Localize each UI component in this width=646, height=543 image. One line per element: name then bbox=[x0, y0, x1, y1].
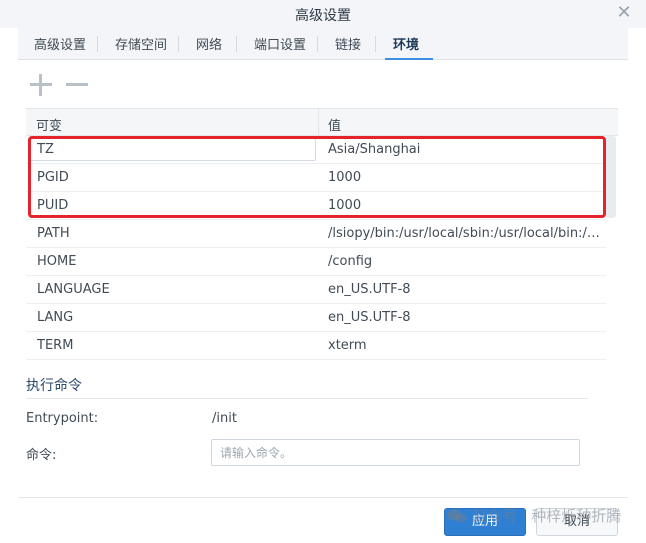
table-row[interactable]: LANG en_US.UTF-8 bbox=[26, 304, 606, 332]
footer-divider bbox=[18, 497, 628, 498]
tab-advanced-settings[interactable]: 高级设置 bbox=[34, 34, 86, 56]
row-value: en_US.UTF-8 bbox=[328, 310, 411, 325]
highlight-box bbox=[28, 136, 606, 218]
tab-links[interactable]: 链接 bbox=[335, 34, 361, 56]
wechat-icon bbox=[447, 509, 467, 523]
column-header-value[interactable]: 值 bbox=[328, 115, 341, 134]
tab-network[interactable]: 网络 bbox=[196, 34, 222, 56]
tab-divider bbox=[317, 36, 318, 52]
tab-environment[interactable]: 环境 bbox=[393, 34, 419, 56]
tab-divider bbox=[236, 36, 237, 52]
tab-divider bbox=[375, 36, 376, 52]
window-title: 高级设置 bbox=[295, 8, 351, 24]
row-value: /config bbox=[328, 254, 373, 269]
table-row[interactable]: PATH /lsiopy/bin:/usr/local/sbin:/usr/lo… bbox=[26, 220, 606, 248]
row-value: /lsiopy/bin:/usr/local/sbin:/usr/local/b… bbox=[328, 226, 604, 241]
tab-port-settings[interactable]: 端口设置 bbox=[254, 34, 306, 56]
command-input[interactable] bbox=[211, 439, 580, 466]
row-key: LANG bbox=[37, 310, 74, 325]
table-row[interactable]: TERM xterm bbox=[26, 332, 606, 360]
row-value: xterm bbox=[328, 338, 367, 353]
table-row[interactable]: LANGUAGE en_US.UTF-8 bbox=[26, 276, 606, 304]
row-key: TERM bbox=[37, 338, 74, 353]
row-key: HOME bbox=[37, 254, 77, 269]
title-bar: 高级设置 ✕ bbox=[0, 0, 646, 28]
row-value: en_US.UTF-8 bbox=[328, 282, 411, 297]
tab-divider bbox=[97, 36, 98, 52]
tab-bar: 高级设置 存储空间 网络 端口设置 链接 环境 bbox=[18, 28, 628, 60]
active-tab-indicator bbox=[385, 58, 433, 60]
entrypoint-label: Entrypoint: bbox=[26, 411, 99, 426]
column-header-variable[interactable]: 可变 bbox=[36, 115, 62, 134]
entrypoint-value: /init bbox=[212, 411, 237, 426]
exec-section-title: 执行命令 bbox=[26, 378, 82, 394]
command-label: 命令: bbox=[26, 448, 57, 463]
column-divider bbox=[318, 109, 319, 136]
watermark-text: 公众号 · 种梓烁种折腾 bbox=[472, 507, 622, 525]
grid-scrollbar[interactable] bbox=[606, 136, 616, 218]
tab-storage[interactable]: 存储空间 bbox=[115, 34, 167, 56]
row-key: PATH bbox=[37, 226, 70, 241]
grid-header: 可变 值 bbox=[26, 108, 618, 136]
tab-divider bbox=[178, 36, 179, 52]
add-variable-button[interactable] bbox=[28, 72, 54, 98]
row-key: LANGUAGE bbox=[37, 282, 110, 297]
remove-variable-button[interactable] bbox=[64, 72, 90, 98]
section-divider bbox=[26, 398, 588, 399]
close-icon[interactable]: ✕ bbox=[614, 3, 634, 23]
table-row[interactable]: HOME /config bbox=[26, 248, 606, 276]
